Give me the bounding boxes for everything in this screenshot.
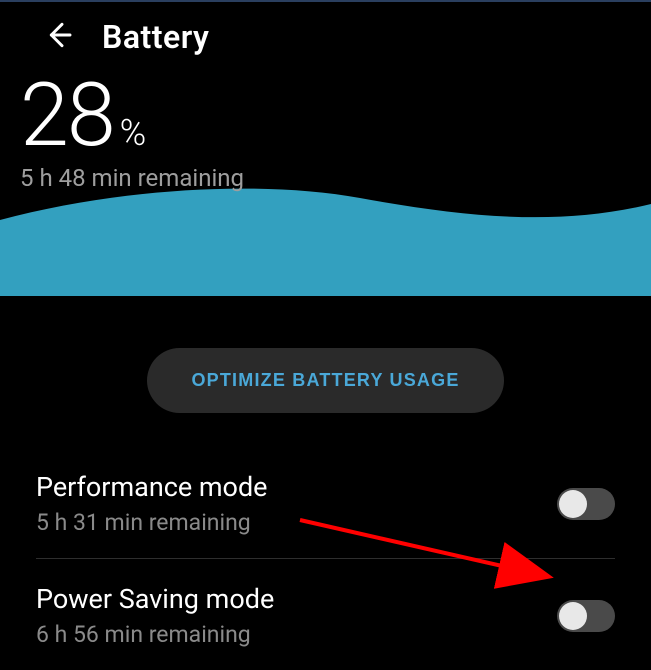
app-header: Battery xyxy=(0,2,651,64)
toggle-knob-icon xyxy=(559,602,587,630)
power-saving-mode-row[interactable]: Power Saving mode 6 h 56 min remaining xyxy=(0,559,651,670)
performance-mode-info: Performance mode 5 h 31 min remaining xyxy=(36,471,268,536)
performance-mode-row[interactable]: Performance mode 5 h 31 min remaining xyxy=(0,447,651,558)
page-title: Battery xyxy=(102,18,209,56)
performance-mode-title: Performance mode xyxy=(36,471,268,503)
power-saving-mode-subtitle: 6 h 56 min remaining xyxy=(36,621,274,648)
power-saving-mode-toggle[interactable] xyxy=(557,600,615,632)
toggle-knob-icon xyxy=(559,490,587,518)
optimize-row: OPTIMIZE BATTERY USAGE xyxy=(0,348,651,447)
performance-mode-subtitle: 5 h 31 min remaining xyxy=(36,509,268,536)
battery-wave-graphic xyxy=(0,176,651,296)
power-saving-mode-info: Power Saving mode 6 h 56 min remaining xyxy=(36,583,274,648)
performance-mode-toggle[interactable] xyxy=(557,488,615,520)
battery-percent-sign: % xyxy=(120,112,147,154)
back-icon[interactable] xyxy=(42,19,74,55)
power-saving-mode-title: Power Saving mode xyxy=(36,583,274,615)
battery-summary: 28 % 5 h 48 min remaining xyxy=(0,64,651,192)
battery-percent-value: 28 xyxy=(20,72,114,160)
battery-remaining-text: 5 h 48 min remaining xyxy=(20,164,631,192)
optimize-battery-button[interactable]: OPTIMIZE BATTERY USAGE xyxy=(147,348,503,413)
